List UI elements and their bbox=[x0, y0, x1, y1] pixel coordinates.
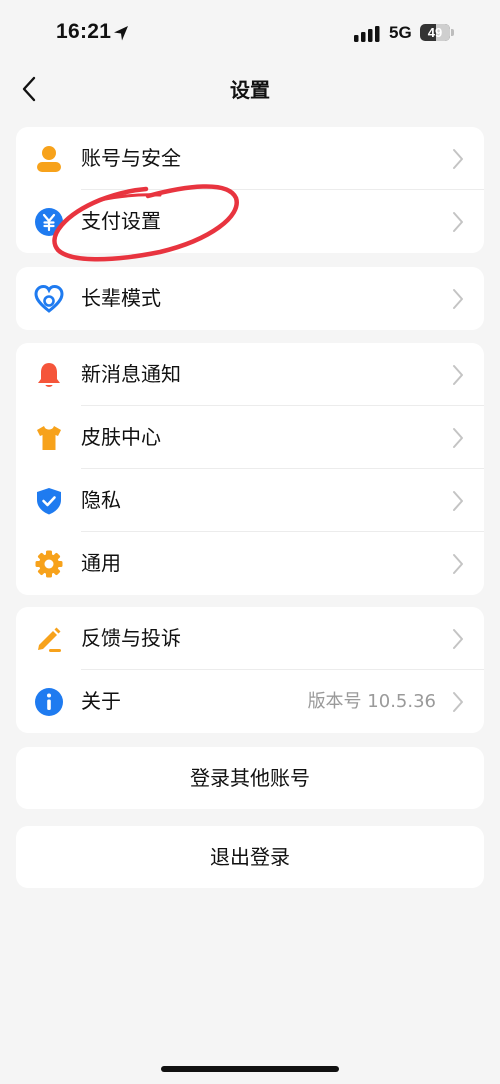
bell-icon bbox=[38, 363, 60, 387]
settings-item-elder-mode[interactable]: 长辈模式 bbox=[16, 267, 484, 330]
settings-item-label: 支付设置 bbox=[81, 209, 161, 233]
chevron-right-icon bbox=[453, 289, 463, 309]
settings-group-elder: 长辈模式 bbox=[16, 267, 484, 330]
chevron-right-icon bbox=[453, 491, 463, 511]
settings-item-label: 隐私 bbox=[81, 488, 121, 512]
nav-bar: 设置 bbox=[0, 64, 500, 114]
status-time: 16:21 bbox=[56, 20, 112, 43]
settings-item-payment[interactable]: 支付设置 bbox=[16, 190, 484, 253]
yuan-icon bbox=[35, 208, 63, 236]
settings-item-about[interactable]: 关于 版本号 10.5.36 bbox=[16, 670, 484, 733]
settings-item-label: 通用 bbox=[81, 551, 121, 575]
settings-item-skins[interactable]: 皮肤中心 bbox=[16, 406, 484, 469]
chevron-right-icon bbox=[453, 692, 463, 712]
settings-item-privacy[interactable]: 隐私 bbox=[16, 469, 484, 532]
shield-icon bbox=[37, 488, 61, 515]
settings-item-label: 新消息通知 bbox=[81, 362, 181, 386]
version-number: 版本号 10.5.36 bbox=[307, 691, 436, 712]
user-icon bbox=[37, 146, 61, 172]
page-title: 设置 bbox=[230, 78, 270, 102]
settings-group-account: 账号与安全 支付设置 bbox=[16, 127, 484, 253]
settings-item-label: 关于 bbox=[81, 689, 121, 713]
heart-icon bbox=[34, 284, 64, 313]
signal-icon bbox=[354, 26, 380, 42]
battery-icon: 49 bbox=[420, 24, 450, 41]
status-bar: 16:21 5G 49 bbox=[0, 0, 500, 64]
info-icon bbox=[35, 688, 63, 716]
battery-level: 49 bbox=[427, 25, 443, 40]
settings-item-label: 皮肤中心 bbox=[81, 425, 161, 449]
chevron-right-icon bbox=[453, 554, 463, 574]
settings-item-feedback[interactable]: 反馈与投诉 bbox=[16, 607, 484, 670]
chevron-right-icon bbox=[453, 629, 463, 649]
chevron-right-icon bbox=[453, 212, 463, 232]
settings-item-general[interactable]: 通用 bbox=[16, 532, 484, 595]
gear-icon bbox=[35, 550, 63, 578]
settings-item-notifications[interactable]: 新消息通知 bbox=[16, 343, 484, 406]
network-label: 5G bbox=[389, 23, 412, 42]
settings-item-label: 反馈与投诉 bbox=[81, 626, 181, 650]
tshirt-icon bbox=[37, 426, 61, 450]
battery-tip bbox=[451, 29, 454, 36]
settings-item-label: 账号与安全 bbox=[81, 146, 181, 170]
settings-group-about: 反馈与投诉 关于 版本号 10.5.36 bbox=[16, 607, 484, 733]
pencil-icon bbox=[38, 627, 61, 652]
switch-account-button[interactable]: 登录其他账号 bbox=[16, 747, 484, 809]
chevron-right-icon bbox=[453, 365, 463, 385]
settings-item-account-security[interactable]: 账号与安全 bbox=[16, 127, 484, 190]
settings-group-general: 新消息通知 皮肤中心 隐私 通用 bbox=[16, 343, 484, 595]
logout-button[interactable]: 退出登录 bbox=[16, 826, 484, 888]
chevron-right-icon bbox=[453, 428, 463, 448]
home-indicator bbox=[161, 1066, 339, 1072]
chevron-right-icon bbox=[453, 149, 463, 169]
settings-item-label: 长辈模式 bbox=[81, 286, 161, 310]
location-arrow-icon bbox=[114, 26, 128, 41]
